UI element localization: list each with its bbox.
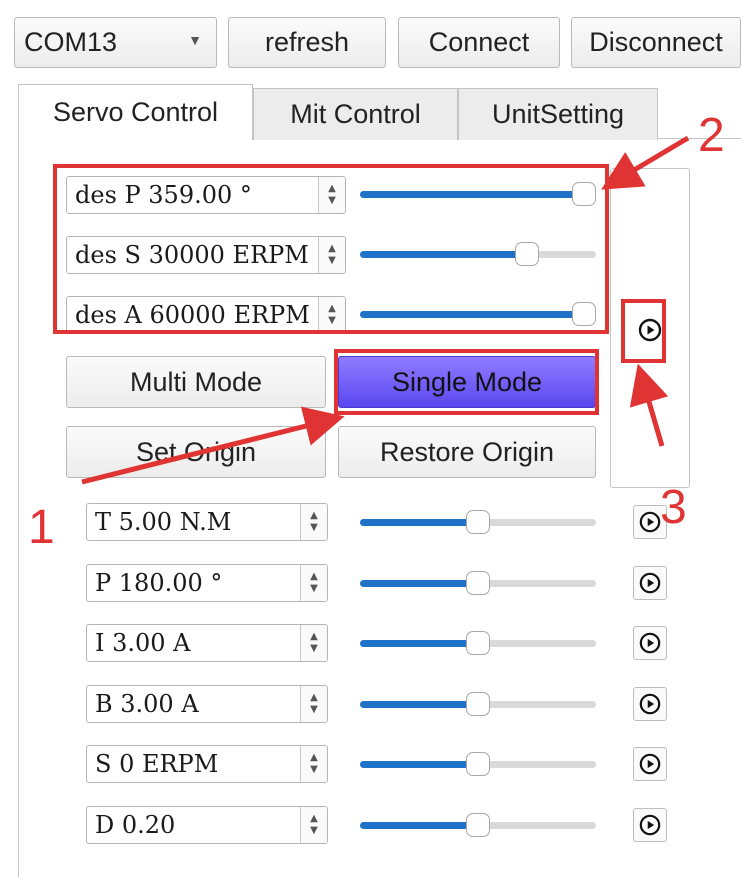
annotation-label-2: 2 — [698, 109, 725, 162]
tab-servo-control[interactable]: Servo Control — [18, 84, 253, 140]
annotation-label-1: 1 — [28, 501, 55, 554]
annotation-label-3: 3 — [660, 481, 687, 534]
